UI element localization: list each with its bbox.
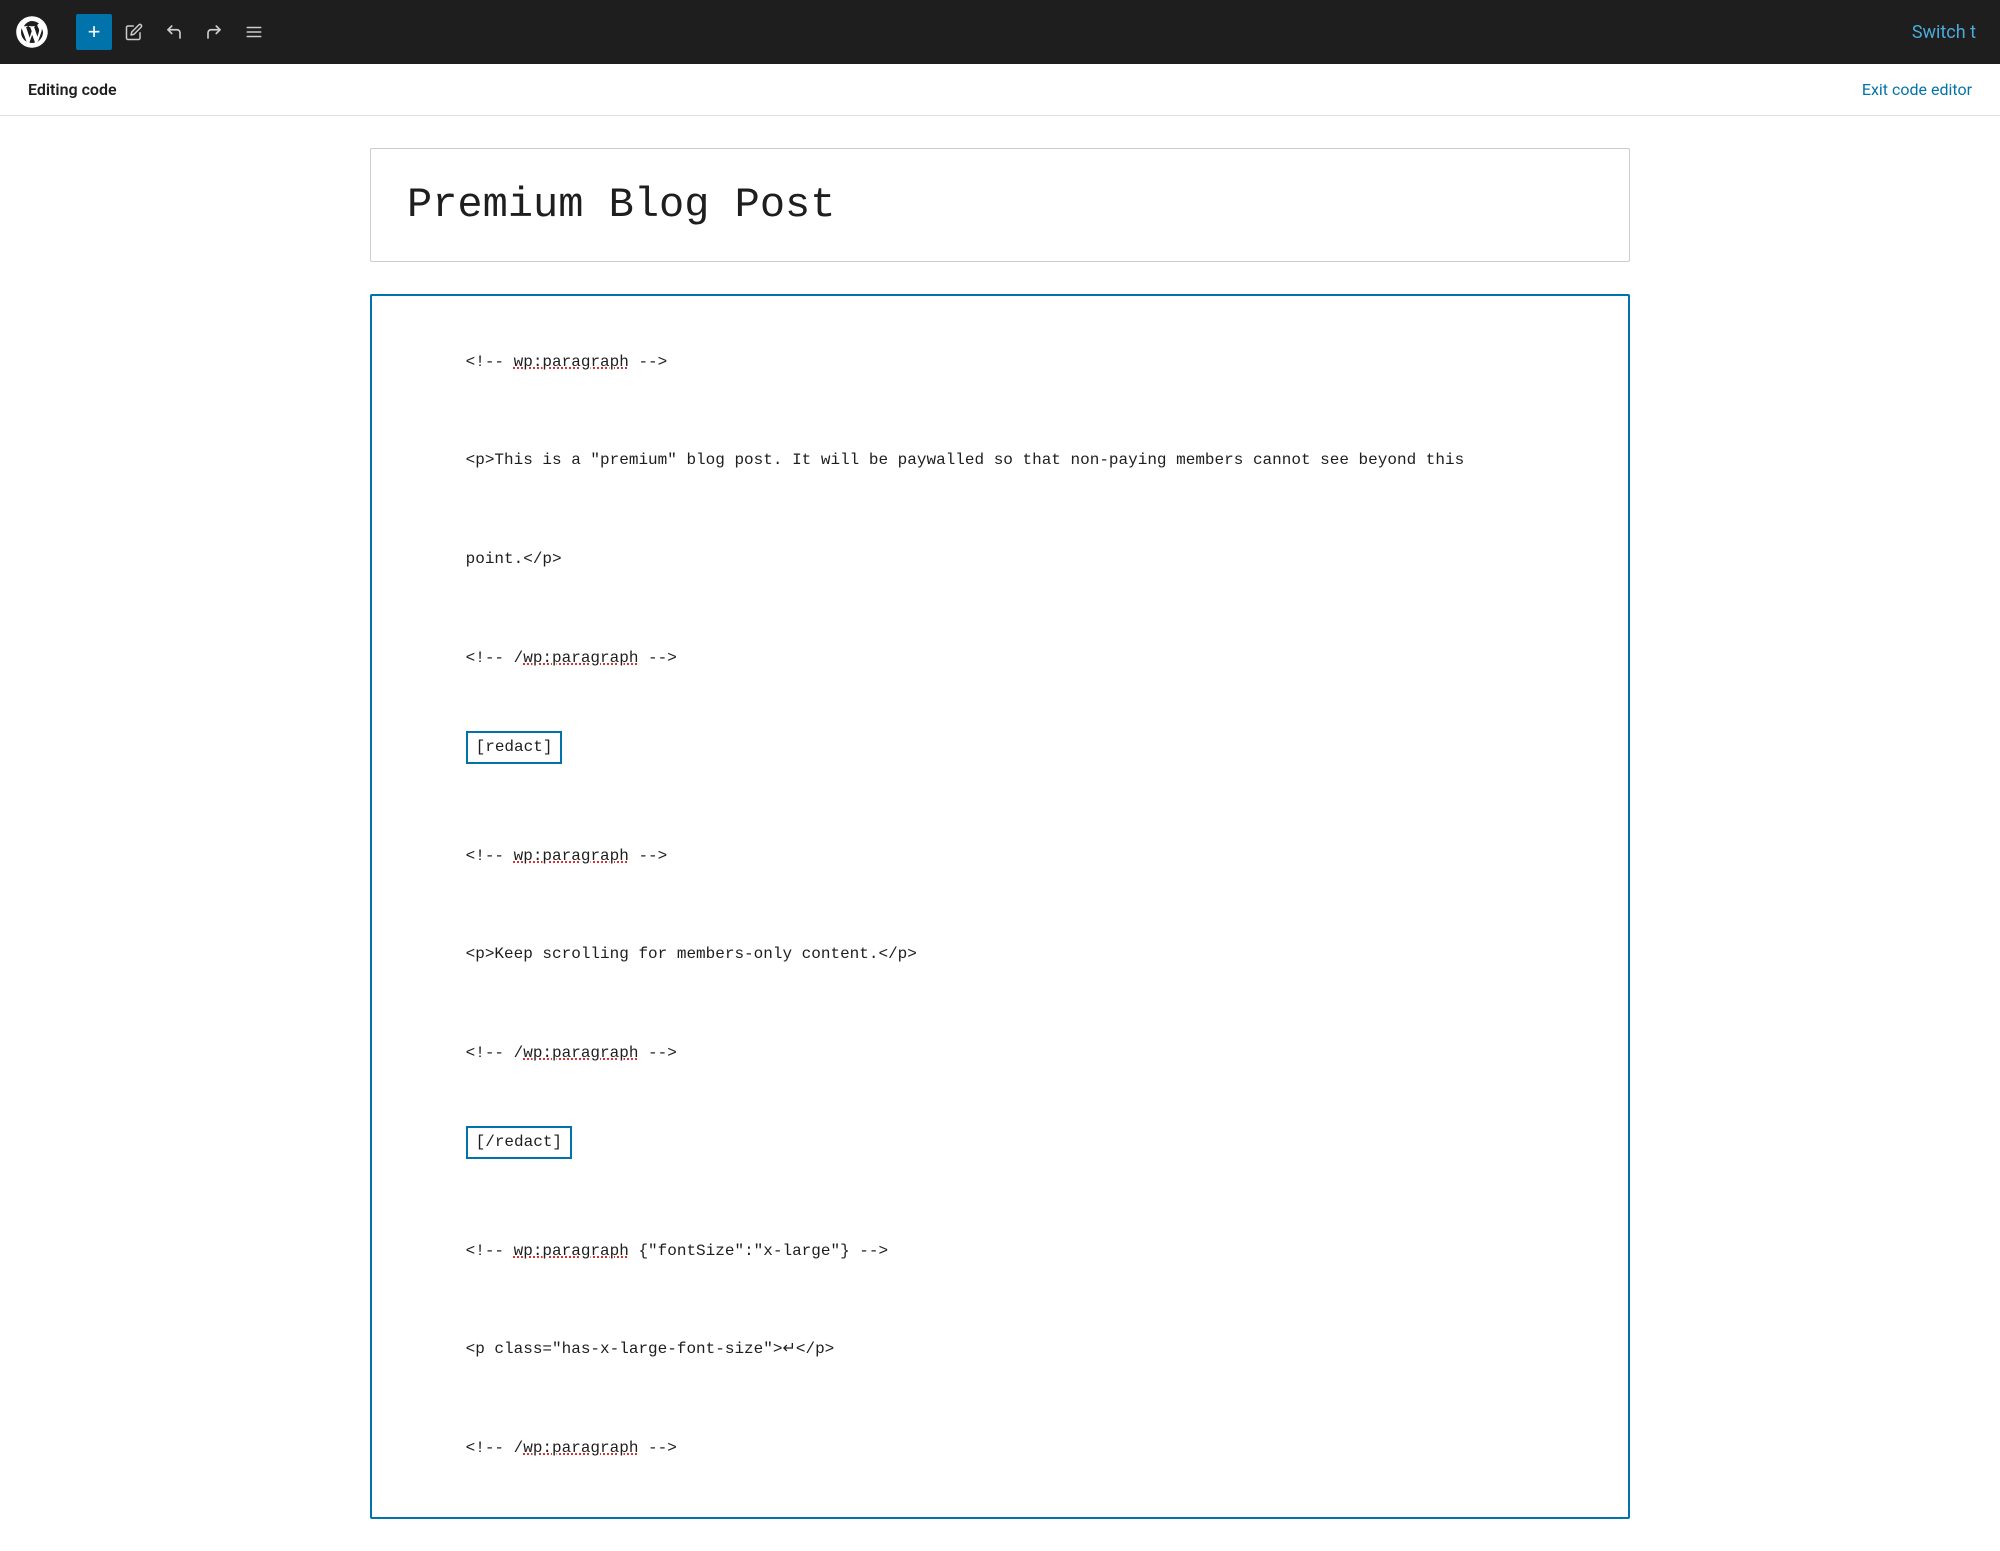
main-content: Premium Blog Post <!-- wp:paragraph --> … [0, 116, 2000, 1551]
code-line: <p>This is a "premium" blog post. It wil… [408, 423, 1592, 500]
code-line: <!-- wp:paragraph --> [408, 324, 1592, 401]
title-box: Premium Blog Post [370, 148, 1630, 262]
redo-button[interactable] [196, 14, 232, 50]
switch-button[interactable]: Switch t [1912, 22, 1976, 43]
wp-tag-3: wp:paragraph [514, 1242, 629, 1260]
wp-close-tag-3: wp:paragraph [523, 1439, 638, 1457]
subheader: Editing code Exit code editor [0, 64, 2000, 116]
code-line: [redact] [408, 699, 1592, 796]
wp-logo [0, 0, 64, 64]
code-line: <!-- wp:paragraph {"fontSize":"x-large"}… [408, 1213, 1592, 1290]
code-line: <!-- wp:paragraph --> [408, 818, 1592, 895]
wp-close-tag: wp:paragraph [523, 649, 638, 667]
wp-tag: wp:paragraph [514, 353, 629, 371]
code-line: <p>Keep scrolling for members-only conte… [408, 917, 1592, 994]
toolbar-right: Switch t [1912, 22, 2000, 43]
code-line: <!-- /wp:paragraph --> [408, 1015, 1592, 1092]
list-view-button[interactable] [236, 14, 272, 50]
undo-button[interactable] [156, 14, 192, 50]
toolbar: + Switch [0, 0, 2000, 64]
edit-icon-button[interactable] [116, 14, 152, 50]
wp-close-tag-2: wp:paragraph [523, 1044, 638, 1062]
editing-code-label: Editing code [28, 80, 117, 99]
code-line: <!-- /wp:paragraph --> [408, 620, 1592, 697]
add-block-button[interactable]: + [76, 14, 112, 50]
code-line: [/redact] [408, 1094, 1592, 1191]
toolbar-actions: + [64, 14, 284, 50]
code-line: <!-- /wp:paragraph --> [408, 1411, 1592, 1488]
shortcode-redact: [redact] [466, 731, 563, 765]
code-line: <p class="has-x-large-font-size">↵</p> [408, 1312, 1592, 1389]
wp-tag-2: wp:paragraph [514, 847, 629, 865]
post-title: Premium Blog Post [407, 181, 1593, 229]
code-line: point.</p> [408, 522, 1592, 599]
exit-code-editor-button[interactable]: Exit code editor [1862, 80, 1972, 99]
code-editor-box[interactable]: <!-- wp:paragraph --> <p>This is a "prem… [370, 294, 1630, 1519]
shortcode-redact-close: [/redact] [466, 1126, 572, 1160]
